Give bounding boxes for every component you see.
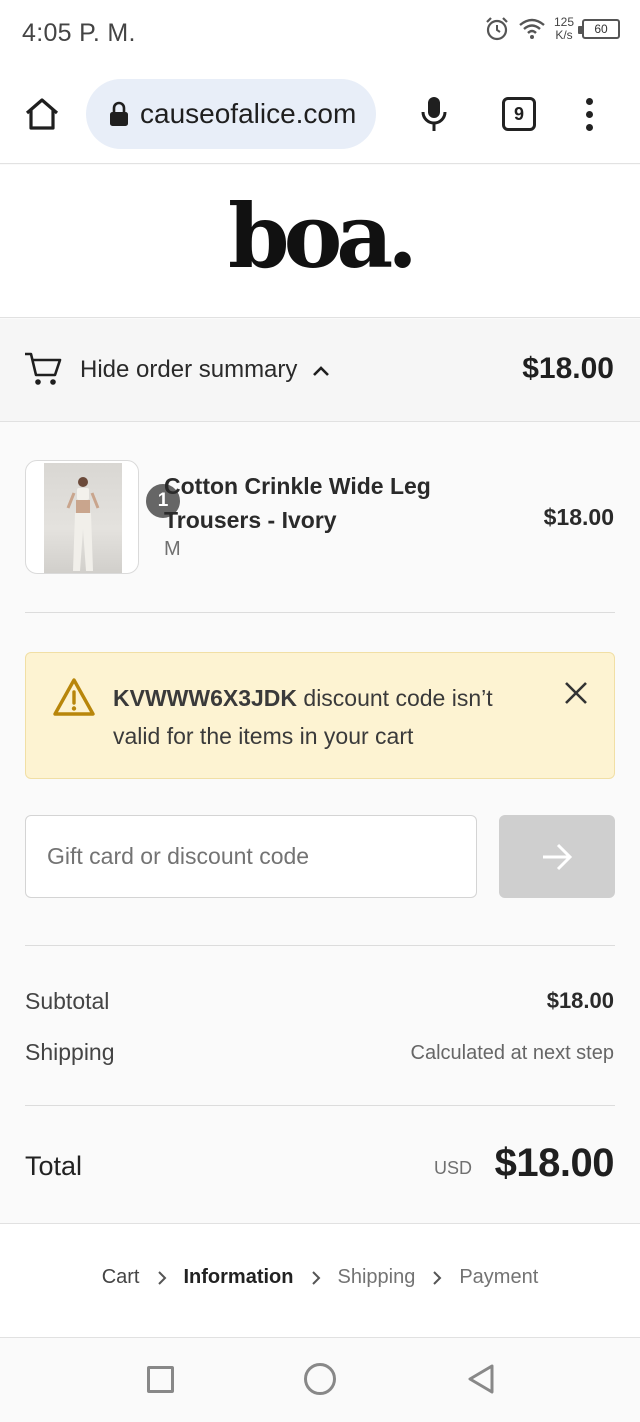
chevron-up-icon	[313, 366, 329, 376]
chevron-right-icon	[433, 1270, 442, 1285]
alarm-icon	[486, 17, 508, 41]
network-speed-unit: K/s	[555, 28, 573, 42]
url-text: causeofalice.com	[140, 98, 357, 129]
system-navigation-bar	[0, 1339, 640, 1422]
shipping-value: Calculated at next step	[410, 1042, 614, 1064]
order-summary-label: Hide order summary	[80, 356, 298, 383]
mic-icon	[421, 97, 447, 131]
status-icons: 125 K/s 60	[484, 16, 620, 42]
checkout-steps: Cart Information Shipping Payment	[0, 1223, 640, 1338]
order-summary-total: $18.00	[522, 352, 614, 385]
status-bar: 4:05 P. M. 125 K/s 60	[0, 0, 640, 66]
chevron-right-icon	[311, 1270, 320, 1285]
back-icon[interactable]	[466, 1363, 496, 1395]
breadcrumb-cart[interactable]: Cart	[102, 1266, 140, 1289]
order-summary: 1 Cotton Crinkle Wide Leg Trousers - Ivo…	[0, 423, 640, 1223]
status-time: 4:05 P. M.	[22, 19, 136, 47]
discount-code: KVWWW6X3JDK	[113, 685, 298, 711]
lock-icon	[110, 101, 128, 126]
breadcrumb-shipping: Shipping	[337, 1266, 416, 1288]
arrow-right-icon	[543, 843, 573, 870]
divider	[25, 945, 615, 946]
product-variant: M	[164, 538, 181, 560]
chevron-right-icon	[157, 1270, 166, 1285]
battery-level: 60	[594, 22, 608, 36]
subtotal-value: $18.00	[546, 988, 614, 1013]
network-speed: 125 K/s	[554, 16, 574, 42]
home-nav-button[interactable]	[304, 1363, 336, 1395]
tab-switcher-button[interactable]: 9	[502, 97, 536, 131]
more-vert-icon[interactable]	[574, 94, 604, 134]
subtotal-label: Subtotal	[25, 988, 110, 1014]
tab-count: 9	[513, 103, 524, 124]
home-button[interactable]	[22, 94, 62, 134]
discount-code-input[interactable]	[25, 815, 477, 898]
divider	[25, 1105, 615, 1106]
product-thumbnail: 1	[25, 460, 182, 574]
wifi-icon	[519, 18, 545, 39]
total-label: Total	[25, 1151, 83, 1181]
total-value: $18.00	[494, 1141, 615, 1185]
product-name: Cotton Crinkle Wide Leg Trousers - Ivory	[164, 473, 431, 533]
shipping-label: Shipping	[25, 1039, 115, 1065]
warning-icon	[53, 678, 95, 716]
battery-icon: 60	[578, 19, 620, 39]
breadcrumb-payment: Payment	[459, 1266, 539, 1288]
breadcrumb-information: Information	[183, 1266, 294, 1288]
divider	[25, 612, 615, 613]
product-image	[44, 463, 122, 573]
apply-discount-button[interactable]	[499, 815, 615, 898]
store-logo[interactable]: boa.	[228, 192, 418, 280]
url-bar[interactable]: causeofalice.com	[86, 79, 376, 149]
browser-toolbar: causeofalice.com 9	[0, 66, 640, 164]
store-header: boa.	[0, 165, 640, 318]
order-summary-toggle[interactable]: Hide order summary $18.00	[0, 319, 640, 422]
breadcrumb: Cart Information Shipping Payment	[0, 1266, 640, 1289]
product-price: $18.00	[543, 504, 614, 530]
discount-error-alert: KVWWW6X3JDK discount code isn’t valid fo…	[25, 652, 615, 779]
home-icon	[25, 98, 59, 130]
total-currency: USD	[434, 1158, 473, 1178]
alert-message: KVWWW6X3JDK discount code isn’t valid fo…	[113, 679, 543, 755]
close-icon[interactable]	[563, 680, 589, 706]
cart-icon	[25, 352, 62, 385]
voice-search-button[interactable]	[414, 94, 454, 134]
recents-button[interactable]	[147, 1366, 174, 1393]
